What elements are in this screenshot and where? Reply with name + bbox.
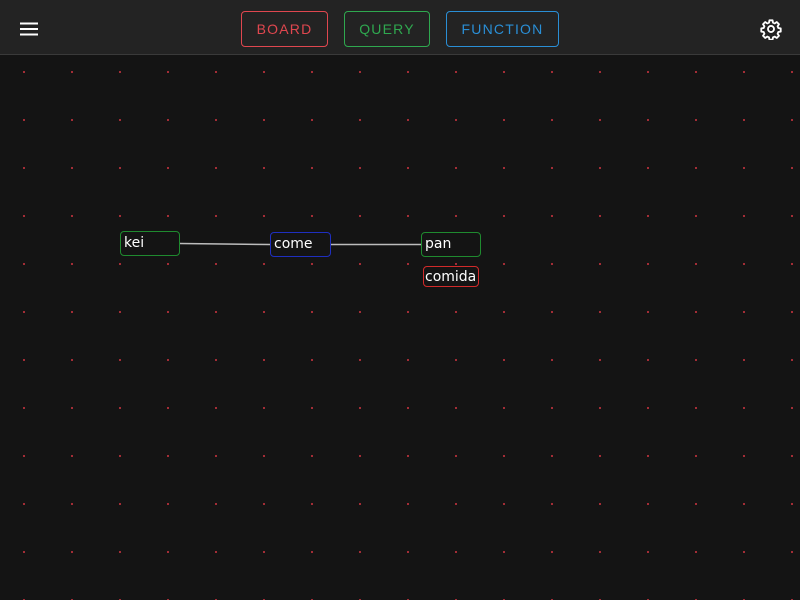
graph-canvas[interactable] [0, 56, 800, 600]
app-root: BOARD QUERY FUNCTION kei come pan comida [0, 0, 800, 600]
board-tab-button[interactable]: BOARD [241, 11, 328, 47]
gear-icon [760, 19, 782, 40]
settings-button[interactable] [756, 14, 786, 44]
top-toolbar: BOARD QUERY FUNCTION [0, 0, 800, 55]
graph-node-pan[interactable]: pan [421, 232, 481, 257]
graph-node-comida[interactable]: comida [423, 266, 479, 287]
query-tab-button[interactable]: QUERY [344, 11, 430, 47]
hamburger-menu-icon [20, 22, 38, 36]
graph-node-come[interactable]: come [270, 232, 331, 257]
function-tab-button[interactable]: FUNCTION [446, 11, 559, 47]
menu-button[interactable] [14, 14, 44, 44]
graph-node-kei[interactable]: kei [120, 231, 180, 256]
